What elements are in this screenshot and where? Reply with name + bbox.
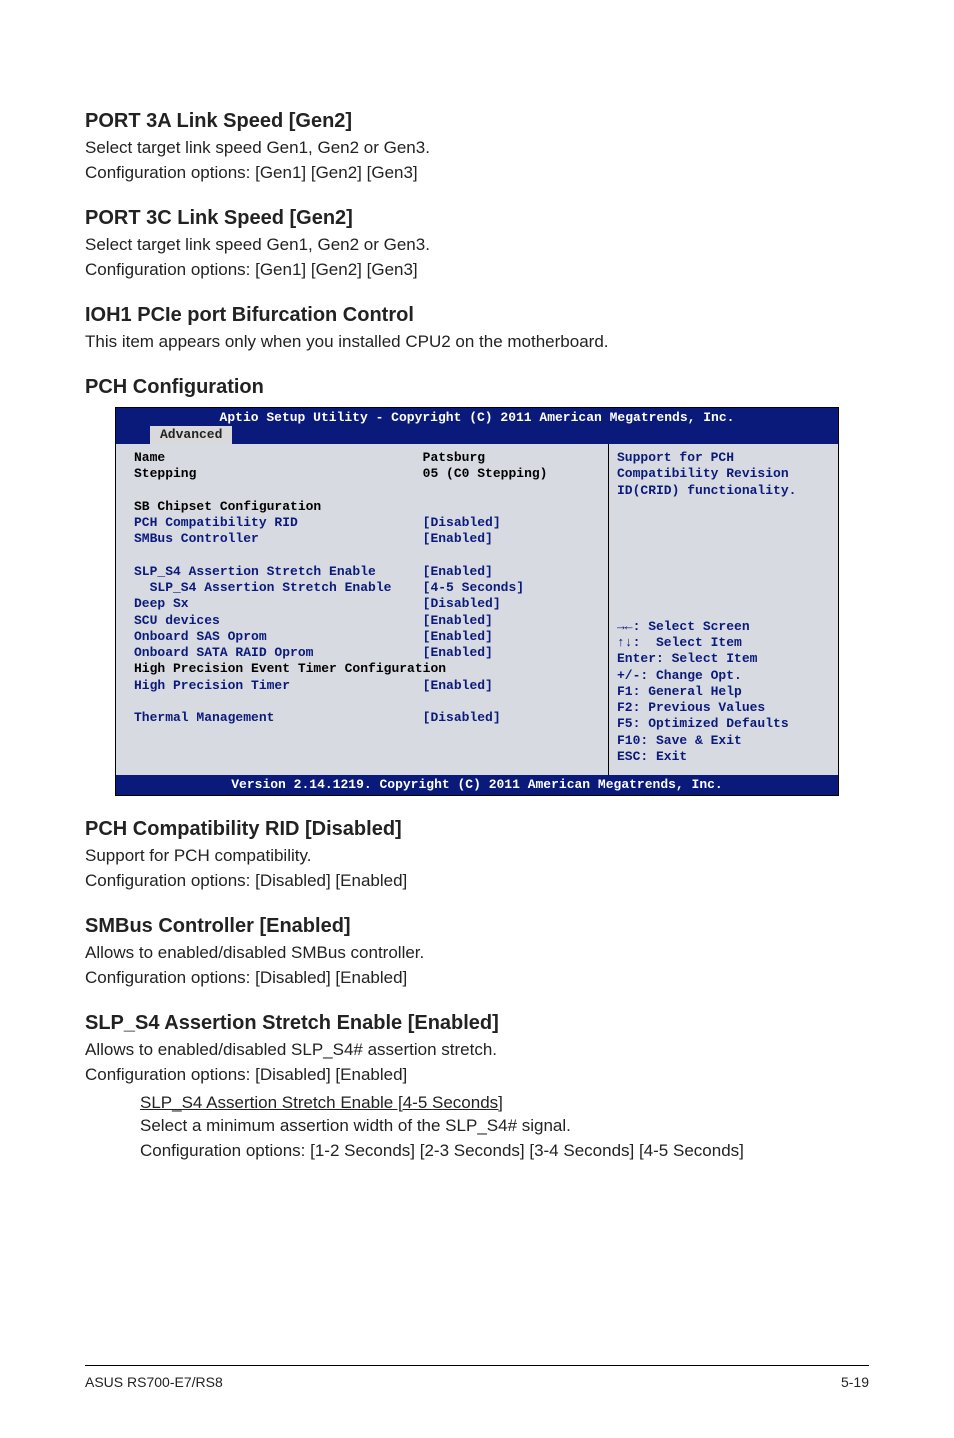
heading-pch-config: PCH Configuration xyxy=(85,376,869,399)
text-ioh1-desc: This item appears only when you installe… xyxy=(85,331,869,354)
heading-port3a: PORT 3A Link Speed [Gen2] xyxy=(85,110,869,133)
text-pch-rid-desc: Support for PCH compatibility. xyxy=(85,845,869,868)
text-slps4-desc: Allows to enabled/disabled SLP_S4# asser… xyxy=(85,1039,869,1062)
text-port3a-desc: Select target link speed Gen1, Gen2 or G… xyxy=(85,137,869,160)
page-content: PORT 3A Link Speed [Gen2] Select target … xyxy=(0,0,954,1205)
text-port3c-opts: Configuration options: [Gen1] [Gen2] [Ge… xyxy=(85,259,869,282)
text-smbus-desc: Allows to enabled/disabled SMBus control… xyxy=(85,942,869,965)
sub-slps4-desc: Select a minimum assertion width of the … xyxy=(140,1115,869,1138)
sub-slps4-opts: Configuration options: [1-2 Seconds] [2-… xyxy=(140,1140,869,1163)
heading-slps4: SLP_S4 Assertion Stretch Enable [Enabled… xyxy=(85,1012,869,1035)
heading-pch-rid: PCH Compatibility RID [Disabled] xyxy=(85,818,869,841)
sub-slps4-block: SLP_S4 Assertion Stretch Enable [4-5 Sec… xyxy=(140,1093,869,1163)
page-footer: ASUS RS700-E7/RS8 5-19 xyxy=(85,1365,869,1390)
bios-left-text-blue2: High Precision Timer [Enabled] Thermal M… xyxy=(134,678,501,726)
bios-title-bar: Aptio Setup Utility - Copyright (C) 2011… xyxy=(116,408,838,426)
heading-smbus: SMBus Controller [Enabled] xyxy=(85,915,869,938)
bios-left-text-black1: Name Patsburg Stepping 05 (C0 Stepping) … xyxy=(134,450,547,514)
bios-help-top: Support for PCH Compatibility Revision I… xyxy=(617,450,796,498)
bios-right-panel: Support for PCH Compatibility Revision I… xyxy=(608,444,838,775)
bios-left-text-blue1: PCH Compatibility RID [Disabled] SMBus C… xyxy=(134,515,524,660)
text-port3a-opts: Configuration options: [Gen1] [Gen2] [Ge… xyxy=(85,162,869,185)
bios-help-keys: →←: Select Screen ↑↓: Select Item Enter:… xyxy=(617,619,789,764)
bios-tab-advanced: Advanced xyxy=(150,426,232,444)
footer-left: ASUS RS700-E7/RS8 xyxy=(85,1374,223,1390)
bios-left-text-black2: High Precision Event Timer Configuration xyxy=(134,661,446,676)
text-port3c-desc: Select target link speed Gen1, Gen2 or G… xyxy=(85,234,869,257)
sub-slps4-title: SLP_S4 Assertion Stretch Enable [4-5 Sec… xyxy=(140,1093,869,1113)
text-pch-rid-opts: Configuration options: [Disabled] [Enabl… xyxy=(85,870,869,893)
heading-ioh1: IOH1 PCIe port Bifurcation Control xyxy=(85,304,869,327)
bios-footer-bar: Version 2.14.1219. Copyright (C) 2011 Am… xyxy=(116,775,838,795)
bios-screenshot: Aptio Setup Utility - Copyright (C) 2011… xyxy=(115,407,839,797)
text-smbus-opts: Configuration options: [Disabled] [Enabl… xyxy=(85,967,869,990)
footer-right: 5-19 xyxy=(841,1374,869,1390)
bios-tab-row: Advanced xyxy=(116,426,838,444)
bios-left-panel: Name Patsburg Stepping 05 (C0 Stepping) … xyxy=(116,444,608,775)
bios-body: Name Patsburg Stepping 05 (C0 Stepping) … xyxy=(116,444,838,775)
text-slps4-opts: Configuration options: [Disabled] [Enabl… xyxy=(85,1064,869,1087)
heading-port3c: PORT 3C Link Speed [Gen2] xyxy=(85,207,869,230)
